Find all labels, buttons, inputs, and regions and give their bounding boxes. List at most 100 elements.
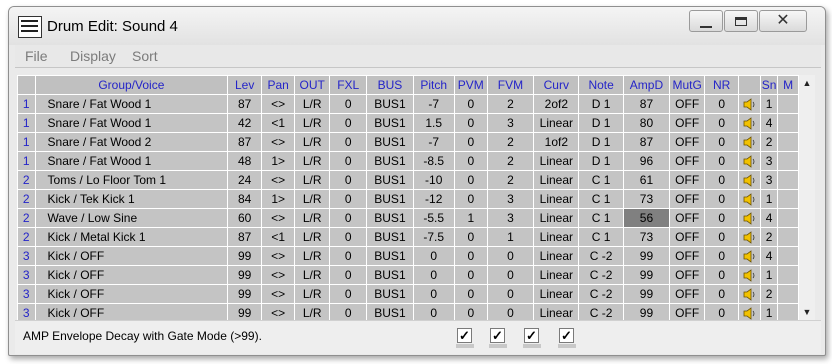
table-cell[interactable]: OFF <box>669 227 706 247</box>
table-cell[interactable]: 0 <box>329 132 368 152</box>
table-cell[interactable] <box>777 227 799 247</box>
table-cell[interactable]: 56 <box>622 208 671 228</box>
table-cell[interactable]: L/R <box>294 189 331 209</box>
table-cell[interactable]: 0 <box>453 132 488 152</box>
table-cell[interactable]: 99 <box>227 303 263 320</box>
table-cell[interactable]: 0 <box>329 284 368 304</box>
table-cell[interactable]: 0 <box>704 208 740 228</box>
table-cell[interactable]: 0 <box>486 303 535 320</box>
table-cell[interactable]: Linear <box>533 113 580 133</box>
table-cell[interactable]: <> <box>261 208 296 228</box>
table-cell[interactable]: BUS1 <box>366 151 414 171</box>
table-row[interactable]: 3 Kick / OFF 99 <> L/R 0 BUS1 0 0 0 Linear C -2 99 OF… <box>17 303 799 320</box>
table-cell[interactable]: 0 <box>704 170 740 190</box>
table-cell[interactable]: 1 <box>453 208 488 228</box>
table-cell[interactable]: -12 <box>412 189 455 209</box>
table-cell[interactable]: 0 <box>453 151 488 171</box>
table-cell[interactable]: C -2 <box>578 284 624 304</box>
table-cell[interactable]: 99 <box>622 284 671 304</box>
table-cell[interactable]: 1 <box>759 189 779 209</box>
table-cell[interactable]: BUS1 <box>366 132 414 152</box>
table-cell[interactable]: OFF <box>669 170 706 190</box>
table-cell[interactable]: OFF <box>669 208 706 228</box>
maximize-button[interactable] <box>724 10 758 32</box>
table-cell[interactable]: BUS1 <box>366 303 414 320</box>
column-header[interactable]: FXL <box>329 75 368 95</box>
close-button[interactable]: ✕ <box>759 10 807 32</box>
table-cell[interactable]: 2 <box>486 94 535 114</box>
audition-cell[interactable] <box>738 303 761 320</box>
table-cell[interactable]: 24 <box>227 170 263 190</box>
table-cell[interactable]: BUS1 <box>366 94 414 114</box>
audition-cell[interactable] <box>738 170 761 190</box>
column-header[interactable]: MutG <box>669 75 706 95</box>
table-row[interactable]: 1 Snare / Fat Wood 1 48 1> L/R 0 BUS1 -8.5 0 2 Lin… <box>17 151 799 171</box>
table-cell[interactable]: 80 <box>622 113 671 133</box>
table-cell[interactable] <box>777 246 799 266</box>
speaker-icon[interactable] <box>743 307 756 320</box>
table-cell[interactable]: D 1 <box>578 132 624 152</box>
table-cell[interactable]: Linear <box>533 170 580 190</box>
table-cell[interactable]: BUS1 <box>366 113 414 133</box>
menu-display[interactable]: Display <box>70 48 116 64</box>
table-cell[interactable] <box>777 94 799 114</box>
table-cell[interactable]: 0 <box>704 113 740 133</box>
option-checkbox[interactable]: ✓ <box>524 328 539 343</box>
table-cell[interactable]: 0 <box>704 189 740 209</box>
table-cell[interactable]: OFF <box>669 94 706 114</box>
audition-cell[interactable] <box>738 246 761 266</box>
table-cell[interactable]: Linear <box>533 189 580 209</box>
table-row[interactable]: 2 Kick / Metal Kick 1 87 <1 L/R 0 BUS1 -7.5 0 1 Li… <box>17 227 799 247</box>
table-cell[interactable]: D 1 <box>578 113 624 133</box>
table-cell[interactable]: D 1 <box>578 94 624 114</box>
speaker-icon[interactable] <box>743 212 756 225</box>
table-cell[interactable]: 0 <box>453 189 488 209</box>
voice-name-cell[interactable]: Snare / Fat Wood 1 <box>34 151 229 171</box>
table-cell[interactable]: C -2 <box>578 303 624 320</box>
voice-name-cell[interactable]: Kick / Tek Kick 1 <box>34 189 229 209</box>
table-cell[interactable]: C 1 <box>578 208 624 228</box>
table-cell[interactable] <box>777 303 799 320</box>
table-cell[interactable]: 99 <box>622 265 671 285</box>
audition-cell[interactable] <box>738 94 761 114</box>
table-cell[interactable] <box>777 151 799 171</box>
table-cell[interactable]: 87 <box>227 227 263 247</box>
table-cell[interactable]: BUS1 <box>366 246 414 266</box>
table-cell[interactable]: L/R <box>294 303 331 320</box>
table-cell[interactable]: OFF <box>669 284 706 304</box>
table-cell[interactable]: OFF <box>669 151 706 171</box>
table-cell[interactable]: 2 <box>759 284 779 304</box>
table-cell[interactable]: OFF <box>669 132 706 152</box>
table-cell[interactable]: 0 <box>704 284 740 304</box>
table-cell[interactable]: 99 <box>227 284 263 304</box>
table-cell[interactable]: 3 <box>486 113 535 133</box>
table-cell[interactable]: OFF <box>669 189 706 209</box>
table-cell[interactable]: 3 <box>486 189 535 209</box>
table-cell[interactable]: 0 <box>329 189 368 209</box>
table-cell[interactable]: 0 <box>329 151 368 171</box>
table-cell[interactable]: BUS1 <box>366 208 414 228</box>
table-cell[interactable]: OFF <box>669 246 706 266</box>
table-cell[interactable]: 3 <box>486 208 535 228</box>
table-cell[interactable]: 1> <box>261 151 296 171</box>
voice-name-cell[interactable]: Kick / OFF <box>34 265 229 285</box>
speaker-icon[interactable] <box>743 136 756 149</box>
table-cell[interactable]: 1 <box>759 265 779 285</box>
audition-cell[interactable] <box>738 132 761 152</box>
table-cell[interactable]: 1 <box>486 227 535 247</box>
option-checkbox[interactable]: ✓ <box>559 328 574 343</box>
table-cell[interactable]: <1 <box>261 227 296 247</box>
table-cell[interactable]: Linear <box>533 227 580 247</box>
table-cell[interactable]: 42 <box>227 113 263 133</box>
speaker-icon[interactable] <box>743 155 756 168</box>
table-cell[interactable] <box>777 170 799 190</box>
table-row[interactable]: 2 Wave / Low Sine 60 <> L/R 0 BUS1 -5.5 1 3 Linear… <box>17 208 799 228</box>
table-cell[interactable]: Linear <box>533 284 580 304</box>
table-cell[interactable]: L/R <box>294 94 331 114</box>
column-header[interactable]: Pitch <box>412 75 455 95</box>
table-cell[interactable]: 0 <box>329 113 368 133</box>
table-cell[interactable]: 0 <box>704 227 740 247</box>
table-row[interactable]: 2 Toms / Lo Floor Tom 1 24 <> L/R 0 BUS1 -10 0 2 L… <box>17 170 799 190</box>
table-cell[interactable]: 1of2 <box>533 132 580 152</box>
table-cell[interactable]: 73 <box>622 227 671 247</box>
